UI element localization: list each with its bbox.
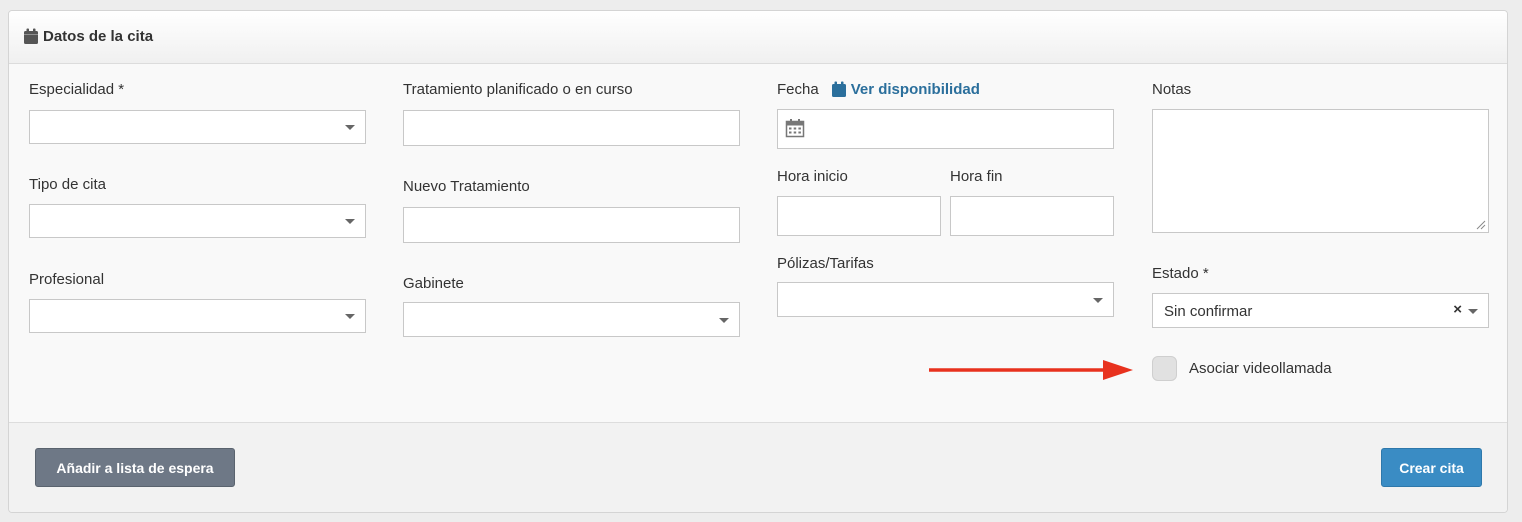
fecha-input[interactable] [777,109,1114,149]
fecha-label-row: Fecha Ver disponibilidad [777,81,980,98]
panel-title-text: Datos de la cita [43,28,154,45]
polizas-label: Pólizas/Tarifas [777,255,874,272]
calendar-icon [24,28,38,44]
calendar-picker-icon[interactable] [785,118,805,138]
videollamada-checkbox[interactable] [1152,356,1177,381]
chevron-down-icon [345,125,355,130]
nuevo-tratamiento-input[interactable] [403,207,740,243]
gabinete-select[interactable] [403,302,740,337]
notas-textarea[interactable] [1152,109,1489,233]
gabinete-label: Gabinete [403,275,464,292]
chevron-down-icon [719,317,729,323]
nuevo-tratamiento-label: Nuevo Tratamiento [403,178,530,195]
panel-title: Datos de la cita [23,28,153,45]
estado-value: Sin confirmar [1164,303,1253,320]
profesional-label: Profesional [29,271,105,288]
chevron-down-icon [1468,308,1478,314]
fecha-label: Fecha [777,81,819,98]
resize-handle-icon[interactable] [1475,219,1486,230]
especialidad-label: Especialidad * [29,81,125,98]
ver-disponibilidad-link[interactable]: Ver disponibilidad [831,81,980,98]
appointment-panel: Datos de la cita Especialidad * Tipo de … [8,10,1508,513]
ver-disponibilidad-text: Ver disponibilidad [850,81,980,98]
annotation-arrow-icon [929,360,1133,380]
estado-select[interactable]: Sin confirmar × [1152,293,1489,328]
chevron-down-icon [345,314,355,319]
hora-inicio-input[interactable] [777,196,941,236]
profesional-select[interactable] [29,299,366,333]
panel-footer: Añadir a lista de espera Crear cita [9,422,1507,512]
add-to-waitlist-button[interactable]: Añadir a lista de espera [35,448,235,487]
calendar-icon [831,81,846,97]
hora-fin-label: Hora fin [950,168,1003,185]
panel-header: Datos de la cita [9,11,1507,64]
clear-icon[interactable]: × [1453,301,1462,318]
especialidad-select[interactable] [29,110,366,144]
polizas-select[interactable] [777,282,1114,317]
hora-fin-input[interactable] [950,196,1114,236]
chevron-down-icon [1093,297,1103,303]
tipo-cita-select[interactable] [29,204,366,238]
tipo-cita-label: Tipo de cita [29,176,106,193]
notas-label: Notas [1152,81,1192,98]
hora-inicio-label: Hora inicio [777,168,848,185]
tratamiento-input[interactable] [403,110,740,146]
videollamada-label: Asociar videollamada [1189,360,1332,377]
estado-label: Estado * [1152,265,1209,282]
chevron-down-icon [345,219,355,224]
create-appointment-button[interactable]: Crear cita [1381,448,1482,487]
tratamiento-label: Tratamiento planificado o en curso [403,81,633,98]
